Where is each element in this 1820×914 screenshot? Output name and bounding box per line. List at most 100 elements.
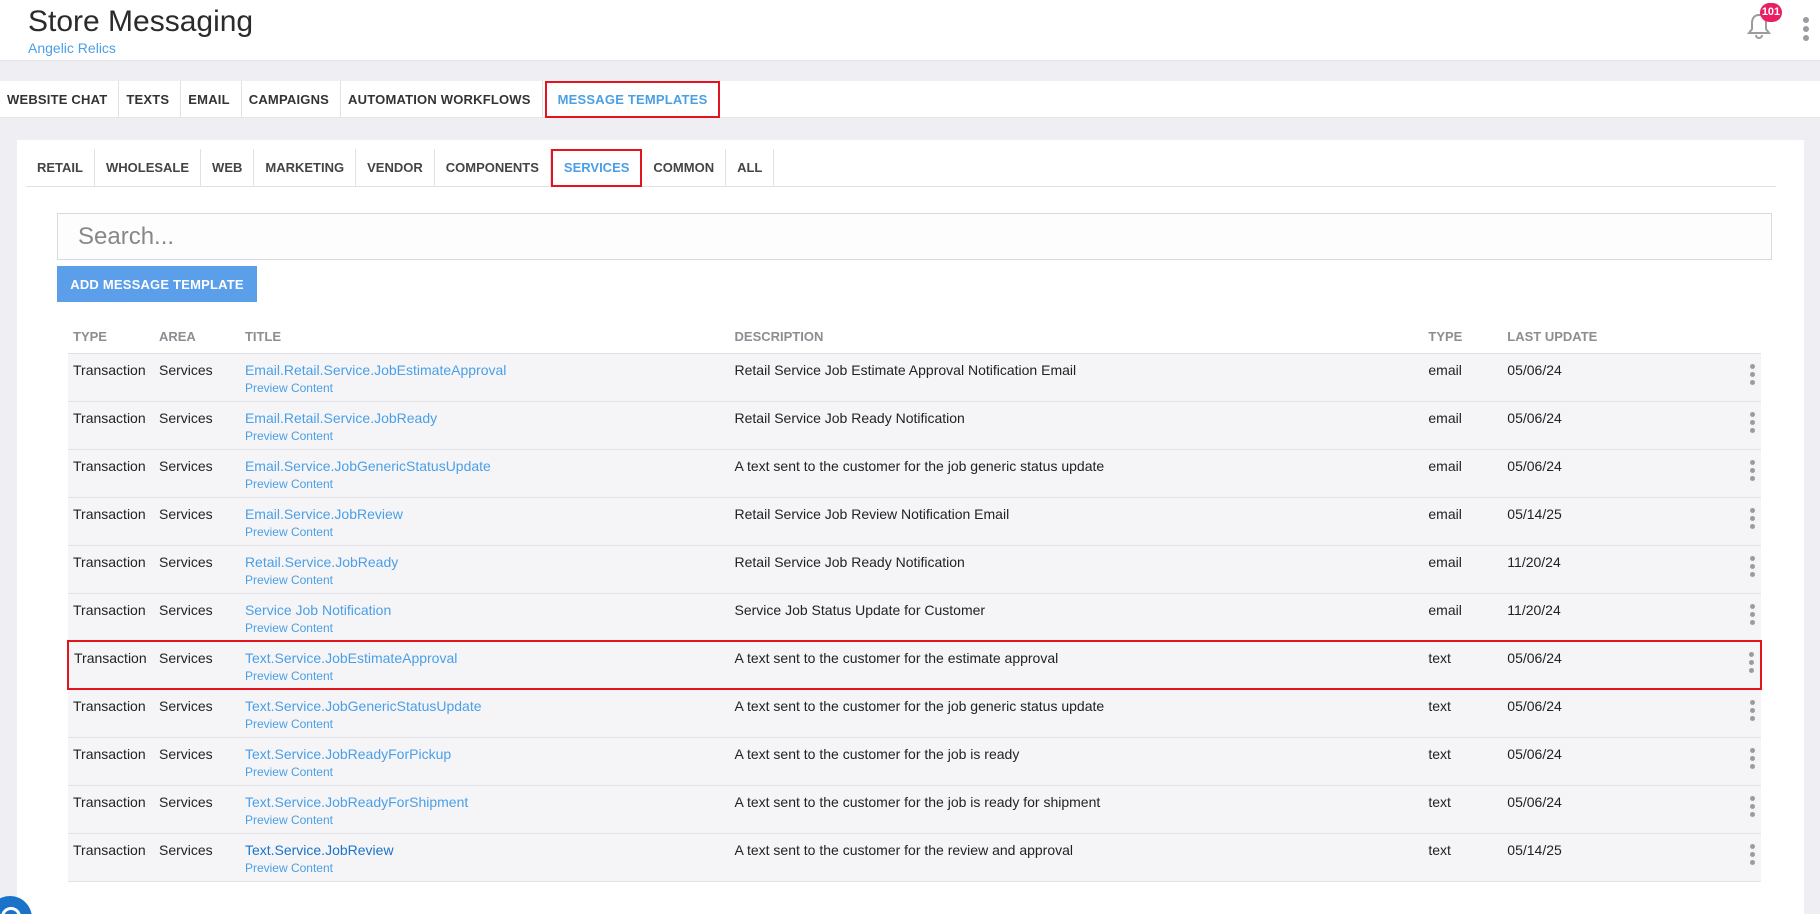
cell-channel: email — [1428, 457, 1462, 474]
more-vertical-icon[interactable] — [1748, 554, 1756, 577]
cell-channel: email — [1428, 409, 1462, 426]
cell-type: Transaction — [73, 409, 146, 426]
table-row[interactable]: Transaction Services Text.Service.JobEstim… — [67, 640, 1762, 690]
table-row[interactable]: Transaction Services Email.Retail.Service.… — [68, 353, 1761, 401]
cell-description: A text sent to the customer for the job … — [734, 698, 1105, 714]
preview-content-link[interactable]: Preview Content — [245, 429, 725, 443]
store-name-link[interactable]: Angelic Relics — [28, 40, 116, 56]
cell-actions — [1702, 833, 1761, 881]
cell-last-update: 11/20/24 — [1507, 553, 1561, 570]
column-header-title[interactable]: TITLE — [239, 321, 730, 354]
table-row[interactable]: Transaction Services Email.Retail.Service.… — [68, 401, 1761, 449]
more-vertical-icon[interactable] — [1748, 362, 1756, 385]
cell-last-update: 05/06/24 — [1507, 745, 1562, 762]
subtab-wholesale[interactable]: WHOLESALE — [95, 149, 202, 187]
subtab-retail[interactable]: RETAIL — [26, 149, 95, 187]
cell-channel: text — [1428, 745, 1451, 762]
cell-description: A text sent to the customer for the job … — [734, 745, 1020, 762]
tab-texts[interactable]: TEXTS — [119, 81, 182, 118]
cell-actions — [1702, 401, 1761, 449]
more-vertical-icon[interactable] — [1748, 410, 1756, 433]
subtab-marketing[interactable]: MARKETING — [254, 149, 357, 187]
subtab-components[interactable]: COMPONENTS — [435, 149, 551, 187]
cell-title: Email.Service.JobGenericStatusUpdate Prev… — [240, 449, 730, 497]
more-vertical-icon[interactable] — [1748, 506, 1756, 529]
column-header-actions — [1702, 321, 1761, 354]
cell-title: Service Job Notification Preview Content — [240, 593, 730, 641]
cell-channel: email — [1428, 601, 1462, 618]
template-title-link[interactable]: Text.Service.JobReadyForShipment — [245, 794, 725, 810]
cell-actions — [1702, 689, 1761, 737]
subtab-all[interactable]: ALL — [726, 149, 775, 187]
table-row[interactable]: Transaction Services Service Job Notificat… — [68, 593, 1761, 641]
more-vertical-icon[interactable] — [1802, 17, 1810, 43]
tab-campaigns[interactable]: CAMPAIGNS — [242, 81, 342, 118]
preview-content-link[interactable]: Preview Content — [245, 573, 725, 587]
cell-last-update: 05/06/24 — [1507, 409, 1562, 426]
table-row[interactable]: Transaction Services Email.Service.JobGene… — [68, 449, 1761, 497]
tab-message-templates[interactable]: MESSAGE TEMPLATES — [544, 81, 721, 118]
column-header-type[interactable]: TYPE — [68, 321, 154, 354]
cell-area: Services — [158, 553, 213, 570]
column-header-area[interactable]: AREA — [153, 321, 240, 354]
template-title-link[interactable]: Email.Retail.Service.JobEstimateApproval — [245, 362, 725, 378]
preview-content-link[interactable]: Preview Content — [245, 813, 725, 827]
table-row[interactable]: Transaction Services Text.Service.JobReady… — [68, 785, 1761, 833]
table-row[interactable]: Transaction Services Retail.Service.JobRea… — [68, 545, 1761, 593]
subtab-web[interactable]: WEB — [201, 149, 255, 187]
cell-description: A text sent to the customer for the job … — [734, 793, 1101, 810]
category-tab-bar: RETAIL WHOLESALE WEB MARKETING VENDOR COMPONE… — [26, 149, 1776, 187]
template-title-link[interactable]: Retail.Service.JobReady — [245, 554, 725, 570]
preview-content-link[interactable]: Preview Content — [245, 477, 725, 491]
more-vertical-icon[interactable] — [1747, 650, 1755, 673]
notification-badge: 101 — [1760, 3, 1782, 22]
template-title-link[interactable]: Email.Retail.Service.JobReady — [245, 410, 725, 426]
cell-last-update: 05/14/25 — [1507, 505, 1562, 522]
template-title-link[interactable]: Email.Service.JobReview — [245, 506, 725, 522]
tab-website-chat[interactable]: WEBSITE CHAT — [0, 81, 120, 118]
cell-actions — [1702, 737, 1761, 785]
cell-area: Services — [158, 698, 213, 714]
tab-automation-workflows[interactable]: AUTOMATION WORKFLOWS — [341, 81, 543, 118]
template-title-link[interactable]: Text.Service.JobGenericStatusUpdate — [245, 698, 725, 714]
preview-content-link[interactable]: Preview Content — [245, 765, 725, 779]
tab-email[interactable]: EMAIL — [181, 81, 242, 118]
preview-content-link[interactable]: Preview Content — [245, 381, 725, 395]
template-title-link[interactable]: Text.Service.JobReview — [245, 842, 725, 858]
cell-last-update: 05/06/24 — [1507, 698, 1562, 714]
column-header-last-update[interactable]: LAST UPDATE — [1502, 321, 1703, 354]
column-header-channel[interactable]: TYPE — [1423, 321, 1503, 354]
more-vertical-icon[interactable] — [1748, 458, 1756, 481]
template-title-link[interactable]: Text.Service.JobReadyForPickup — [245, 746, 725, 762]
column-header-description[interactable]: DESCRIPTION — [729, 321, 1424, 354]
cell-title: Text.Service.JobReview Preview Content — [240, 833, 730, 881]
template-title-link[interactable]: Service Job Notification — [245, 602, 725, 618]
cell-area: Services — [158, 841, 213, 858]
table-row[interactable]: Transaction Services Text.Service.JobReady… — [68, 737, 1761, 785]
more-vertical-icon[interactable] — [1748, 746, 1756, 769]
table-row[interactable]: Transaction Services Email.Service.JobRevi… — [68, 497, 1761, 545]
subtab-common[interactable]: COMMON — [642, 149, 727, 187]
subtab-services[interactable]: SERVICES — [550, 149, 643, 187]
cell-title: Email.Retail.Service.JobEstimateApproval… — [240, 353, 730, 401]
preview-content-link[interactable]: Preview Content — [245, 717, 725, 731]
table-row[interactable]: Transaction Services Text.Service.JobRevie… — [68, 833, 1761, 881]
cell-description: Retail Service Job Estimate Approval Not… — [734, 361, 1077, 378]
more-vertical-icon[interactable] — [1748, 602, 1756, 625]
preview-content-link[interactable]: Preview Content — [245, 861, 725, 875]
more-vertical-icon[interactable] — [1748, 698, 1756, 721]
add-message-template-button[interactable]: ADD MESSAGE TEMPLATE — [57, 266, 257, 302]
search-input[interactable] — [57, 213, 1772, 260]
table-row[interactable]: Transaction Services Text.Service.JobGener… — [68, 689, 1761, 737]
template-title-link[interactable]: Text.Service.JobEstimateApproval — [245, 650, 725, 666]
more-vertical-icon[interactable] — [1748, 794, 1756, 817]
template-title-link[interactable]: Email.Service.JobGenericStatusUpdate — [245, 458, 725, 474]
cell-actions — [1702, 449, 1761, 497]
cell-actions — [1702, 545, 1761, 593]
preview-content-link[interactable]: Preview Content — [245, 669, 725, 683]
subtab-vendor[interactable]: VENDOR — [356, 149, 435, 187]
cell-area: Services — [158, 601, 213, 618]
preview-content-link[interactable]: Preview Content — [245, 621, 725, 635]
preview-content-link[interactable]: Preview Content — [245, 525, 725, 539]
more-vertical-icon[interactable] — [1748, 842, 1756, 865]
